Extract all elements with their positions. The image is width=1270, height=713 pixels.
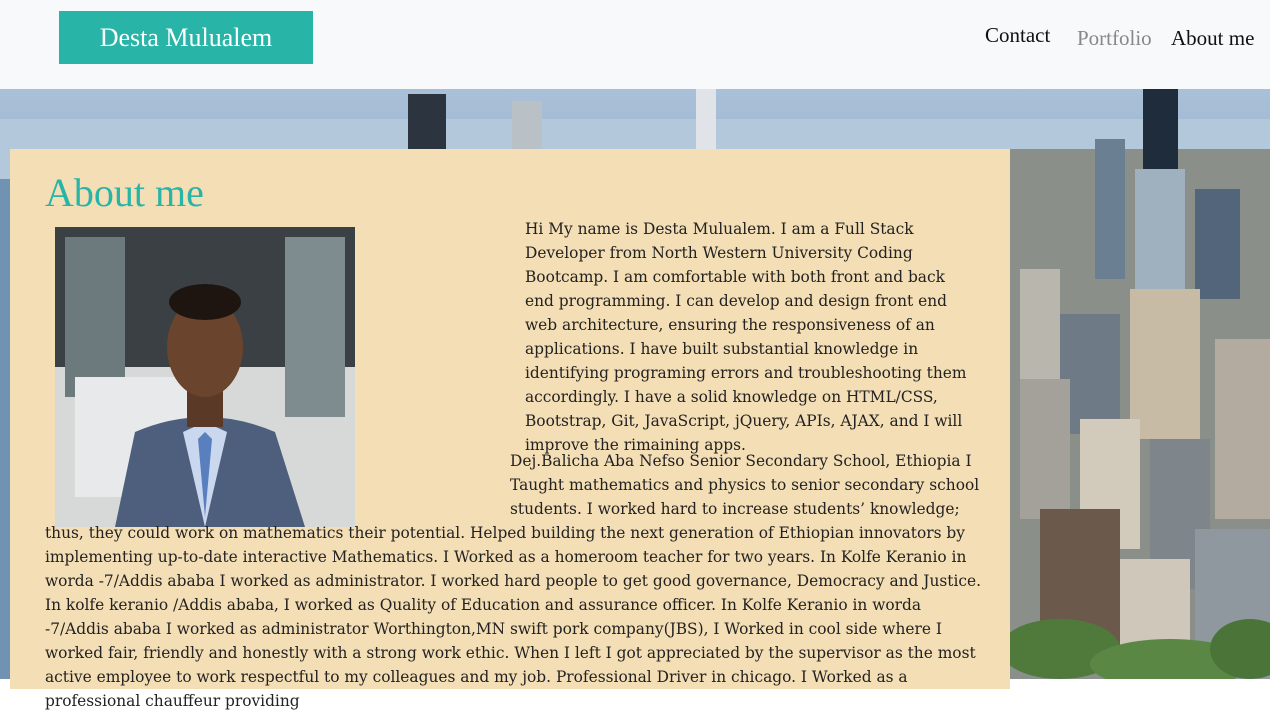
brand-link[interactable]: Desta Mulualem (59, 11, 313, 64)
bio-paragraph-intro: Hi My name is Desta Mulualem. I am a Ful… (525, 220, 967, 454)
nav-link-portfolio[interactable]: Portfolio (1077, 26, 1152, 51)
bio-paragraph-experience: Dej.Balicha Aba Nefso Senior Secondary S… (45, 449, 985, 713)
navbar: Desta Mulualem Contact Portfolio About m… (0, 0, 1270, 89)
page-title: About me (45, 170, 204, 215)
nav-link-about-me[interactable]: About me (1171, 26, 1254, 51)
nav-link-contact[interactable]: Contact (985, 23, 1050, 48)
about-card: About me Hi My name is Desta Mulualem. I… (10, 149, 1010, 710)
